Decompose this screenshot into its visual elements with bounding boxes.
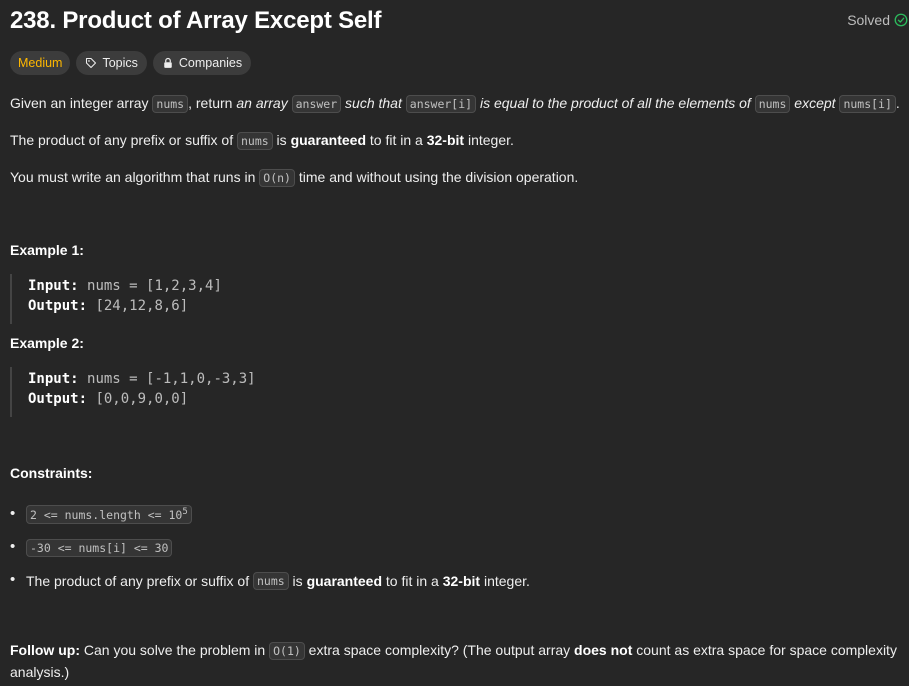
problem-title[interactable]: 238. Product of Array Except Self (10, 7, 382, 35)
inline-code: answer (291, 95, 342, 113)
bold-text: 32-bit (442, 572, 481, 589)
text: is (272, 132, 291, 148)
inline-code: 2 <= nums.length <= 105 (26, 505, 192, 524)
example-1-title: Example 1: (10, 242, 84, 258)
constraints-title: Constraints: (10, 465, 93, 481)
text: The product of any prefix or suffix of (10, 132, 237, 148)
text: The product of any prefix or suffix of (26, 572, 250, 589)
inline-code: nums (152, 95, 189, 113)
check-circle-icon (894, 13, 908, 27)
emphasis-text: such that (345, 95, 402, 111)
input-label: Input: (28, 278, 79, 294)
solved-label: Solved (847, 12, 890, 28)
text: is (288, 572, 307, 589)
text: Can you solve the problem in (79, 642, 270, 658)
superscript: 5 (182, 507, 188, 518)
statement-paragraph-3: You must write an algorithm that runs in… (10, 167, 578, 188)
list-item: 2 <= nums.length <= 105 (10, 498, 530, 531)
title-row: 238. Product of Array Except Self Solved (10, 4, 908, 38)
text: You must write an algorithm that runs in (10, 169, 260, 185)
text: integer. (480, 572, 530, 589)
example-2-output: Output: [0,0,9,0,0] (28, 389, 256, 409)
follow-up: Follow up: Can you solve the problem in … (10, 640, 900, 683)
text: . (895, 95, 900, 111)
difficulty-badge: Medium (10, 51, 71, 75)
bold-text: guaranteed (306, 572, 383, 589)
emphasis-text: except (794, 95, 836, 111)
list-item: -30 <= nums[i] <= 30 (10, 531, 530, 564)
topics-button[interactable]: Topics (76, 51, 147, 75)
companies-label: Companies (178, 56, 243, 70)
emphasis-text: is equal to the product of all the eleme… (479, 95, 751, 111)
text: to fit in a (366, 132, 427, 148)
example-1-input: Input: nums = [1,2,3,4] (28, 276, 222, 296)
input-value: nums = [-1,1,0,-3,3] (87, 371, 256, 387)
statement-paragraph-1: Given an integer array nums, return an a… (10, 93, 900, 114)
code-text: 2 <= nums.length <= 10 (30, 507, 183, 522)
text: time and without using the division oper… (294, 169, 579, 185)
example-2-input: Input: nums = [-1,1,0,-3,3] (28, 369, 256, 389)
text: extra space complexity? (The output arra… (304, 642, 575, 658)
topics-label: Topics (102, 56, 138, 70)
lock-icon (164, 57, 172, 68)
emphasis-text: an array (236, 95, 288, 111)
tag-pills: Medium Topics Companies (10, 51, 252, 75)
output-value: [24,12,8,6] (95, 298, 189, 314)
output-label: Output: (28, 298, 88, 314)
text: Given an integer array (10, 95, 153, 111)
example-1-output: Output: [24,12,8,6] (28, 296, 222, 316)
inline-code: nums (236, 132, 273, 150)
tag-icon (86, 57, 97, 69)
example-2-block: Input: nums = [-1,1,0,-3,3] Output: [0,0… (10, 367, 256, 417)
statement-paragraph-2: The product of any prefix or suffix of n… (10, 130, 514, 151)
text: integer. (464, 132, 514, 148)
constraints-list: 2 <= nums.length <= 105 -30 <= nums[i] <… (10, 498, 530, 597)
input-value: nums = [1,2,3,4] (87, 278, 222, 294)
list-item: The product of any prefix or suffix of n… (10, 564, 530, 597)
example-1-block: Input: nums = [1,2,3,4] Output: [24,12,8… (10, 274, 222, 324)
text: to fit in a (382, 572, 443, 589)
bold-text: 32-bit (426, 132, 465, 148)
example-2-title: Example 2: (10, 335, 84, 351)
input-label: Input: (28, 371, 79, 387)
follow-up-label: Follow up: (10, 642, 80, 658)
inline-code: nums[i] (839, 95, 896, 113)
inline-code: -30 <= nums[i] <= 30 (26, 538, 173, 557)
inline-code: answer[i] (405, 95, 477, 113)
solved-status: Solved (847, 12, 908, 28)
output-label: Output: (28, 391, 88, 407)
inline-code: nums (252, 571, 289, 590)
inline-code: O(1) (269, 642, 305, 660)
bold-text: guaranteed (290, 132, 367, 148)
text: , return (188, 95, 237, 111)
companies-button[interactable]: Companies (152, 51, 252, 75)
output-value: [0,0,9,0,0] (95, 391, 189, 407)
inline-code: nums (754, 95, 791, 113)
inline-code: O(n) (259, 169, 295, 187)
bold-text: does not (574, 642, 633, 658)
